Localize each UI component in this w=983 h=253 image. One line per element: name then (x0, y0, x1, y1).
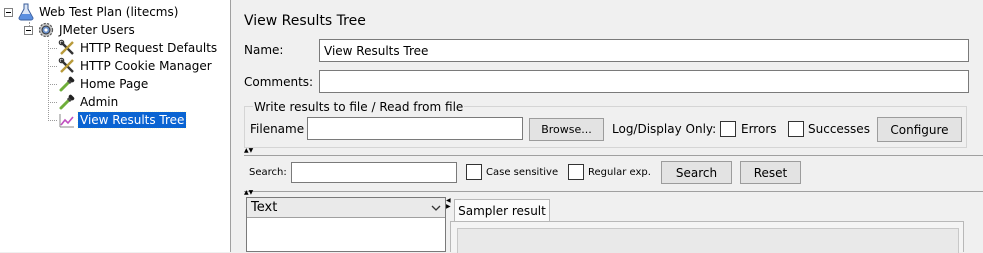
tree-item-label: HTTP Cookie Manager (80, 59, 212, 73)
tree-item-home-page[interactable]: Home Page (58, 75, 150, 93)
successes-label: Successes (808, 122, 870, 136)
listener-chart-icon (59, 114, 74, 128)
tree-connector (48, 48, 57, 49)
tree-connector (48, 84, 57, 85)
case-sensitive-checkbox[interactable] (466, 164, 482, 180)
renderer-select[interactable]: Text (247, 198, 445, 218)
comments-field[interactable] (319, 70, 969, 93)
regular-exp-label: Regular exp. (588, 167, 651, 178)
result-detail-pane: Sampler result (450, 197, 980, 253)
tree-item-label: View Results Tree (76, 111, 188, 129)
search-input[interactable] (291, 162, 457, 183)
name-field[interactable] (319, 39, 969, 62)
tree-item-thread-group[interactable]: JMeter Users (24, 21, 137, 39)
tree-connector (48, 66, 57, 67)
tree-connector (48, 102, 57, 103)
reset-button[interactable]: Reset (740, 161, 801, 184)
tree-connector (48, 40, 49, 121)
sampler-pipette-icon (59, 94, 75, 110)
tree-item-label: JMeter Users (59, 23, 135, 37)
tree-item-label: HTTP Request Defaults (80, 41, 218, 55)
regular-exp-checkbox[interactable] (568, 164, 584, 180)
errors-label: Errors (741, 122, 777, 136)
tree-item-label: Web Test Plan (litecms) (39, 5, 179, 19)
comments-label: Comments: (244, 75, 314, 89)
search-bar: Search: Case sensitive Regular exp. Sear… (244, 155, 983, 192)
configure-button[interactable]: Configure (877, 117, 962, 142)
search-label: Search: (249, 167, 287, 178)
file-group-title: Write results to file / Read from file (253, 100, 465, 114)
tab-sampler-result[interactable]: Sampler result (454, 199, 550, 221)
results-tree-list[interactable]: Text (246, 197, 446, 252)
successes-checkbox[interactable] (788, 121, 804, 137)
case-sensitive-label: Case sensitive (486, 167, 559, 178)
sampler-pipette-icon (59, 76, 75, 92)
tree-item-admin[interactable]: Admin (58, 93, 120, 111)
tree-item-test-plan[interactable]: Web Test Plan (litecms) (4, 3, 180, 21)
filename-label: Filename (250, 122, 305, 136)
test-plan-icon (18, 3, 34, 21)
page-title: View Results Tree (244, 13, 366, 29)
sampler-result-inner-panel (457, 228, 959, 253)
splitter-arrows-icon[interactable]: ▲▼ (244, 148, 262, 154)
collapse-icon[interactable] (24, 25, 33, 35)
browse-button[interactable]: Browse... (529, 118, 604, 141)
tree-item-label: Home Page (80, 77, 149, 91)
config-wrench-icon (58, 39, 74, 55)
view-results-tree-panel: View Results Tree Name: Comments: Write … (236, 0, 983, 253)
errors-checkbox[interactable] (720, 121, 736, 137)
splitter-arrows-icon[interactable]: ▲▼ (244, 190, 262, 196)
search-button[interactable]: Search (661, 161, 732, 184)
tree-connector (48, 120, 57, 121)
tree-item-label: Admin (80, 95, 119, 109)
log-display-label: Log/Display Only: (612, 122, 717, 136)
tree-item-http-cookie-manager[interactable]: HTTP Cookie Manager (58, 57, 214, 75)
collapse-icon[interactable] (4, 7, 13, 17)
config-wrench-icon (58, 57, 74, 73)
tree-item-http-request-defaults[interactable]: HTTP Request Defaults (58, 39, 219, 57)
chevron-down-icon (431, 205, 441, 211)
sampler-result-content (450, 221, 964, 253)
tree-item-view-results-tree[interactable]: View Results Tree (58, 111, 188, 129)
filename-field[interactable] (307, 117, 523, 140)
thread-group-gear-icon (38, 22, 54, 38)
renderer-select-value: Text (251, 200, 278, 215)
name-label: Name: (244, 43, 284, 57)
test-plan-tree[interactable]: Web Test Plan (litecms) JMeter Users HTT… (0, 0, 231, 252)
